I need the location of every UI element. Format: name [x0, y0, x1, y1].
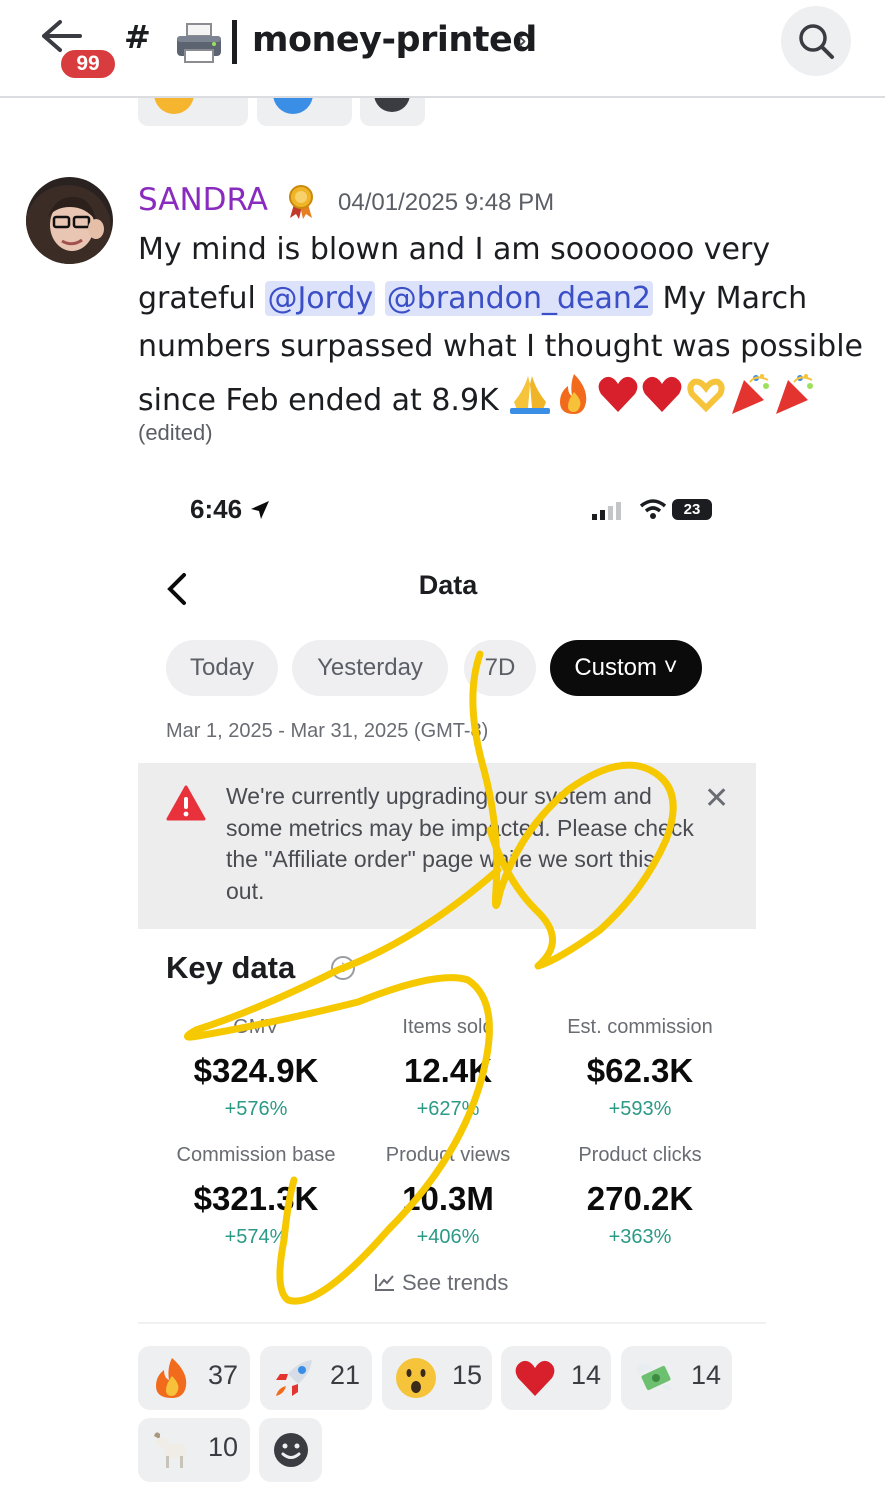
reaction-rocket[interactable]: 21 — [260, 1346, 372, 1410]
goat-emoji — [154, 1432, 186, 1468]
money-wings-emoji — [637, 1363, 673, 1391]
metric-change: +574% — [224, 1226, 288, 1248]
avatar[interactable] — [26, 177, 113, 264]
metric-change: +627% — [416, 1098, 480, 1120]
heart-emoji — [598, 376, 638, 412]
date-range: Mar 1, 2025 - Mar 31, 2025 (GMT-8) — [166, 720, 489, 742]
metric-label: Items sold — [402, 1016, 494, 1038]
warning-icon — [166, 785, 206, 821]
message-content: My mind is blown and I am sooooooo very … — [138, 226, 878, 431]
channel-header: 99 # money-printed › — [0, 0, 885, 98]
metric-change: +406% — [416, 1226, 480, 1248]
search-icon — [799, 24, 834, 59]
metric-value: 12.4K — [403, 1052, 493, 1089]
mention-brandon-dean2[interactable]: @brandon_dean2 — [384, 280, 653, 316]
medal-icon — [289, 185, 313, 219]
status-icons — [592, 498, 667, 524]
divider — [138, 1322, 766, 1324]
heart-emoji — [642, 376, 682, 412]
info-icon[interactable]: i — [331, 956, 355, 980]
attachment-image[interactable]: 6:46 23 Data Today Yesterday 7D Custom ˅… — [138, 470, 766, 1332]
metric-value: $321.3K — [193, 1180, 319, 1217]
see-trends-link[interactable]: See trends — [374, 1270, 508, 1296]
reaction-count: 14 — [571, 1360, 602, 1390]
chevron-right-icon[interactable]: › — [517, 26, 527, 56]
metric-change: +576% — [224, 1098, 288, 1120]
message-emojis — [508, 372, 816, 432]
tab-today[interactable]: Today — [166, 640, 278, 696]
search-button[interactable] — [781, 6, 851, 76]
astonished-emoji — [396, 1358, 436, 1398]
metric-label: Commission base — [176, 1144, 336, 1166]
key-data-title: Key data — [166, 950, 296, 985]
reaction-count: 37 — [208, 1360, 239, 1390]
reaction-count: 21 — [330, 1360, 361, 1390]
fire-emoji — [560, 373, 587, 414]
reaction-heart[interactable]: 14 — [501, 1346, 611, 1410]
pray-emoji — [510, 375, 551, 414]
location-arrow-icon — [251, 501, 270, 519]
close-icon[interactable]: ✕ — [704, 781, 729, 816]
reaction-money-wings[interactable]: 14 — [621, 1346, 732, 1410]
metric-label: Est. commission — [567, 1016, 713, 1038]
page-title: Data — [418, 570, 478, 600]
fire-emoji — [156, 1358, 187, 1398]
unread-badge: 99 — [58, 47, 118, 81]
tab-7d[interactable]: 7D — [464, 640, 536, 696]
metric-label: GMV — [233, 1016, 279, 1038]
party-popper-emoji — [776, 373, 814, 414]
metric-change: +593% — [608, 1098, 672, 1120]
lock-hash-icon: # — [124, 18, 151, 56]
channel-divider — [232, 20, 237, 64]
add-reaction-button[interactable] — [259, 1418, 322, 1482]
reaction-count: 14 — [691, 1360, 722, 1390]
metric-value: $62.3K — [586, 1052, 694, 1089]
reaction-count: 15 — [452, 1360, 483, 1390]
message-timestamp: 04/01/2025 9:48 PM — [338, 189, 555, 216]
mention-jordy[interactable]: @Jordy — [265, 280, 376, 316]
metric-product-views: Product views 10.3M +406% — [348, 1144, 548, 1249]
printer-icon — [177, 23, 221, 63]
add-reaction-icon — [274, 1433, 308, 1467]
metric-value: $324.9K — [193, 1052, 319, 1089]
metric-label: Product views — [385, 1144, 511, 1166]
metric-commission-base: Commission base $321.3K +574% — [156, 1144, 356, 1249]
tab-custom[interactable]: Custom ˅ — [550, 640, 702, 696]
metric-change: +363% — [608, 1226, 672, 1248]
metric-label: Product clicks — [578, 1144, 702, 1166]
metric-value: 270.2K — [586, 1180, 694, 1217]
metric-est-commission: Est. commission $62.3K +593% — [540, 1016, 740, 1121]
metric-items-sold: Items sold 12.4K +627% — [348, 1016, 548, 1121]
status-time: 6:46 — [190, 494, 271, 525]
reaction-astonished[interactable]: 15 — [382, 1346, 492, 1410]
reaction-fire[interactable]: 37 — [138, 1346, 250, 1410]
warning-banner: We're currently upgrading our system and… — [138, 763, 756, 929]
battery-icon: 23 — [672, 499, 712, 520]
metric-gmv: GMV $324.9K +576% — [156, 1016, 356, 1121]
heart-hands-emoji — [687, 378, 725, 412]
edited-label: (edited) — [138, 420, 213, 445]
metric-value: 10.3M — [402, 1180, 494, 1217]
metric-product-clicks: Product clicks 270.2K +363% — [540, 1144, 740, 1249]
trend-chart-icon — [375, 1274, 394, 1291]
reaction-goat[interactable]: 10 — [138, 1418, 250, 1482]
heart-emoji — [515, 1360, 555, 1396]
banner-text: We're currently upgrading our system and… — [226, 783, 694, 904]
message-author[interactable]: SANDRA — [138, 182, 268, 218]
wifi-icon — [639, 499, 667, 519]
party-popper-emoji — [732, 373, 770, 414]
see-trends-label: See trends — [402, 1270, 509, 1295]
signal-icon — [592, 502, 621, 520]
reaction-count: 10 — [208, 1432, 239, 1462]
tab-yesterday[interactable]: Yesterday — [292, 640, 448, 696]
channel-name[interactable]: money-printed — [252, 20, 537, 60]
rocket-emoji — [276, 1360, 312, 1396]
